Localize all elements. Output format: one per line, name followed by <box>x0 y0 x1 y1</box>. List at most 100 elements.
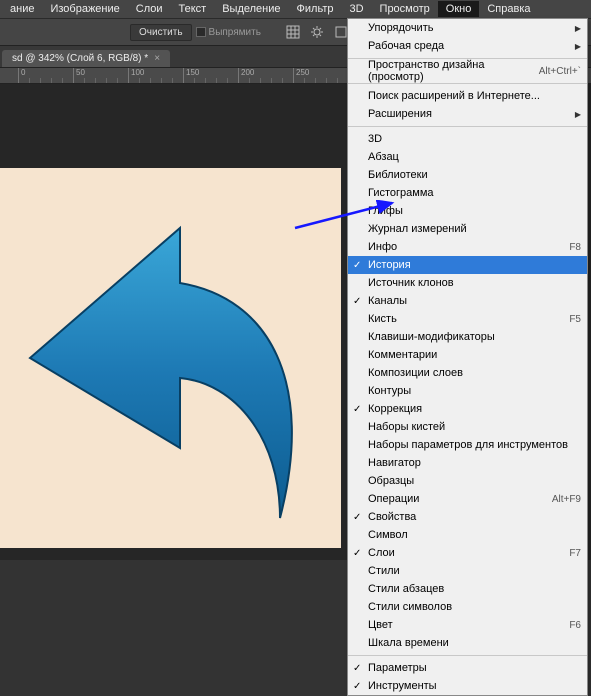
check-icon: ✓ <box>353 296 361 307</box>
menu-item-edit[interactable]: ание <box>2 1 42 17</box>
menu-item-window[interactable]: Окно <box>438 1 480 17</box>
menubar: ание Изображение Слои Текст Выделение Фи… <box>0 0 591 18</box>
menu-item-label: Глифы <box>368 205 403 217</box>
menu-item-label: Слои <box>368 547 395 559</box>
menu-item-text[interactable]: Текст <box>171 1 215 17</box>
menu-item-label: Комментарии <box>368 349 437 361</box>
menu-item-label: Кисть <box>368 313 397 325</box>
menu-item-filter[interactable]: Фильтр <box>289 1 342 17</box>
menu-item-label: Рабочая среда <box>368 40 444 52</box>
menu-item[interactable]: ✓ Свойства <box>348 508 587 526</box>
menu-item[interactable]: Источник клонов <box>348 274 587 292</box>
menu-item[interactable]: ✓История <box>348 256 587 274</box>
menu-item[interactable]: Стили символов <box>348 598 587 616</box>
menu-item-help[interactable]: Справка <box>479 1 538 17</box>
menu-item[interactable]: Навигатор <box>348 454 587 472</box>
gear-icon[interactable] <box>307 22 327 42</box>
menu-item[interactable]: ✓Коррекция <box>348 400 587 418</box>
menu-item[interactable]: Пространство дизайна (просмотр)Alt+Ctrl+… <box>348 62 587 80</box>
menu-item[interactable]: Упорядочить▶ <box>348 19 587 37</box>
menu-item-layers[interactable]: Слои <box>128 1 171 17</box>
menu-item-label: Источник клонов <box>368 277 454 289</box>
menu-item-label: Пространство дизайна (просмотр) <box>368 59 539 83</box>
menu-item[interactable]: ✓ Каналы <box>348 292 587 310</box>
menu-item-select[interactable]: Выделение <box>214 1 288 17</box>
menu-item-label: Стили <box>368 565 400 577</box>
menu-item[interactable]: Поиск расширений в Интернете... <box>348 87 587 105</box>
menu-item-label: Операции <box>368 493 419 505</box>
align-checkbox[interactable]: Выпрямить <box>196 27 261 38</box>
menu-item-label: Параметры <box>368 662 427 674</box>
menu-item[interactable]: ✓ Параметры <box>348 659 587 677</box>
menu-item-label: Свойства <box>368 511 416 523</box>
menu-shortcut: F8 <box>569 242 581 253</box>
menu-item[interactable]: Рабочая среда ▶ <box>348 37 587 55</box>
align-label: Выпрямить <box>209 27 261 38</box>
menu-item[interactable]: 3D <box>348 130 587 148</box>
check-icon: ✓ <box>353 681 361 692</box>
menu-item[interactable]: Контуры <box>348 382 587 400</box>
menu-item[interactable]: Инфо F8 <box>348 238 587 256</box>
menu-item-label: Символ <box>368 529 408 541</box>
check-icon: ✓ <box>353 404 361 415</box>
menu-shortcut: Alt+F9 <box>552 494 581 505</box>
menu-separator <box>348 83 587 84</box>
menu-item[interactable]: ✓ Инструменты <box>348 677 587 695</box>
menu-item[interactable]: Стили <box>348 562 587 580</box>
menu-item[interactable]: Операции Alt+F9 <box>348 490 587 508</box>
menu-item-label: Цвет <box>368 619 393 631</box>
menu-item[interactable]: Наборы параметров для инструментов <box>348 436 587 454</box>
tab-title: sd @ 342% (Слой 6, RGB/8) * <box>12 53 148 64</box>
menu-item[interactable]: Комментарии <box>348 346 587 364</box>
ruler-tick: 250 <box>293 68 309 84</box>
menu-separator <box>348 655 587 656</box>
check-icon: ✓ <box>353 260 361 271</box>
menu-item[interactable]: Наборы кистей <box>348 418 587 436</box>
menu-item[interactable]: Кисть F5 <box>348 310 587 328</box>
ruler-tick: 0 <box>18 68 25 84</box>
menu-item[interactable]: Библиотеки <box>348 166 587 184</box>
menu-item[interactable]: Глифы <box>348 202 587 220</box>
menu-item-view[interactable]: Просмотр <box>372 1 438 17</box>
menu-item-label: Гистограмма <box>368 187 434 199</box>
menu-item-label: Инфо <box>368 241 397 253</box>
menu-separator <box>348 126 587 127</box>
menu-item[interactable]: Абзац <box>348 148 587 166</box>
menu-item[interactable]: Журнал измерений <box>348 220 587 238</box>
menu-item-3d[interactable]: 3D <box>341 1 371 17</box>
menu-item[interactable]: Расширения ▶ <box>348 105 587 123</box>
menu-item[interactable]: Шкала времени <box>348 634 587 652</box>
menu-item-label: Наборы параметров для инструментов <box>368 439 568 451</box>
menu-item[interactable]: Клавиши-модификаторы <box>348 328 587 346</box>
grid-icon[interactable] <box>283 22 303 42</box>
menu-item[interactable]: Образцы <box>348 472 587 490</box>
menu-item-label: Упорядочить <box>368 22 433 34</box>
menu-item-label: Контуры <box>368 385 411 397</box>
menu-item[interactable]: Стили абзацев <box>348 580 587 598</box>
check-icon: ✓ <box>353 512 361 523</box>
menu-item-label: 3D <box>368 133 382 145</box>
menu-item-label: Расширения <box>368 108 432 120</box>
menu-shortcut: F7 <box>569 548 581 559</box>
menu-item-label: Клавиши-модификаторы <box>368 331 495 343</box>
menu-item[interactable]: Символ <box>348 526 587 544</box>
menu-item-image[interactable]: Изображение <box>42 1 127 17</box>
menu-item-label: Инструменты <box>368 680 437 692</box>
menu-shortcut: Alt+Ctrl+` <box>539 66 581 77</box>
menu-item[interactable]: Гистограмма <box>348 184 587 202</box>
menu-item[interactable]: ✓СлоиF7 <box>348 544 587 562</box>
menu-item-label: Навигатор <box>368 457 421 469</box>
menu-shortcut: F5 <box>569 314 581 325</box>
menu-item-label: Каналы <box>368 295 407 307</box>
check-icon: ✓ <box>353 663 361 674</box>
submenu-arrow-icon: ▶ <box>575 110 581 119</box>
menu-item-label: Стили символов <box>368 601 452 613</box>
close-icon[interactable]: × <box>154 53 160 64</box>
menu-item-label: Шкала времени <box>368 637 449 649</box>
menu-item[interactable]: Композиции слоев <box>348 364 587 382</box>
submenu-arrow-icon: ▶ <box>575 42 581 51</box>
clear-button[interactable]: Очистить <box>130 24 192 41</box>
ruler-tick: 150 <box>183 68 199 84</box>
document-tab[interactable]: sd @ 342% (Слой 6, RGB/8) * × <box>2 50 170 67</box>
menu-item[interactable]: ЦветF6 <box>348 616 587 634</box>
